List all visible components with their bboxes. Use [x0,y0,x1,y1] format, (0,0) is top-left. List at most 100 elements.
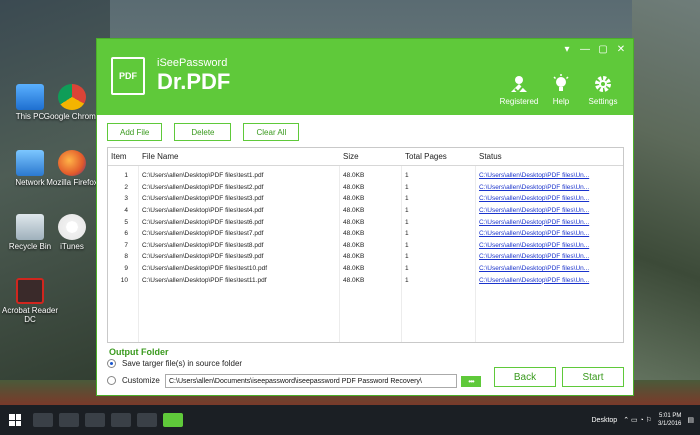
customize-label: Customize [122,376,160,385]
cell-status-link[interactable]: C:\Users\allen\Desktop\PDF files\Un... [475,277,623,284]
customize-radio[interactable] [107,376,116,385]
cell-size: 48.0KB [343,241,365,249]
clock[interactable]: 5:01 PM 3/1/2016 [658,412,681,428]
cell-item: 8 [124,253,128,261]
maximize-icon[interactable]: ▢ [595,42,611,56]
edge-browser-icon[interactable] [59,413,79,427]
product-title: Dr.PDF [157,69,231,94]
cell-status-link[interactable]: C:\Users\allen\Desktop\PDF files\Un... [475,242,623,249]
start-button[interactable]: Start [562,367,624,387]
output-path-field[interactable]: C:\Users\allen\Documents\iseepassword\is… [165,374,457,388]
computer-icon [16,84,44,110]
file-explorer-icon[interactable] [85,413,105,427]
column-header-total-pages[interactable]: Total Pages [401,152,475,161]
cell-size: 48.0KB [343,183,365,191]
firefox-icon [58,150,86,176]
registered-user-icon [495,73,543,95]
cell-status-link[interactable]: C:\Users\allen\Desktop\PDF files\Un... [475,230,623,237]
desktop-icon-label: Acrobat Reader DC [1,306,59,324]
cell-status-link[interactable]: C:\Users\allen\Desktop\PDF files\Un... [475,265,623,272]
task-view-icon[interactable] [33,413,53,427]
cell-file-name: C:\Users\allen\Desktop\PDF files\test7.p… [142,230,264,238]
cell-file-name: C:\Users\allen\Desktop\PDF files\test8.p… [142,241,264,249]
taskbar: Desktop ⌃ ▭ ◔ ⚐ 5:01 PM 3/1/2016 ▤ [0,405,700,435]
tray-icons[interactable]: ⌃ ▭ ◔ ⚐ [623,416,652,424]
cell-status-link[interactable]: C:\Users\allen\Desktop\PDF files\Un... [475,253,623,260]
table-row[interactable]: 5 C:\Users\allen\Desktop\PDF files\test6.… [108,216,623,228]
registered-label: Registered [499,97,539,106]
desktop-wallpaper-left [0,0,110,405]
desktop-wallpaper-right [632,0,700,405]
close-icon[interactable]: ✕ [613,42,629,56]
add-file-button[interactable]: Add File [107,123,163,141]
table-row[interactable]: 1 C:\Users\allen\Desktop\PDF files\test1.… [108,170,623,182]
cell-item: 4 [124,207,128,215]
desktop-icon-google-chrome[interactable]: Google Chrome [42,84,102,121]
table-row[interactable]: 3 C:\Users\allen\Desktop\PDF files\test3.… [108,193,623,205]
cell-file-name: C:\Users\allen\Desktop\PDF files\test9.p… [142,253,264,261]
cell-status-link[interactable]: C:\Users\allen\Desktop\PDF files\Un... [475,195,623,202]
table-row[interactable]: 10 C:\Users\allen\Desktop\PDF files\test1… [108,274,623,286]
delete-button[interactable]: Delete [174,123,232,141]
table-row[interactable]: 8 C:\Users\allen\Desktop\PDF files\test9.… [108,251,623,263]
table-row[interactable]: 9 C:\Users\allen\Desktop\PDF files\test10… [108,263,623,275]
network-icon [16,150,44,176]
table-row[interactable]: 6 C:\Users\allen\Desktop\PDF files\test7.… [108,228,623,240]
cell-size: 48.0KB [343,172,365,180]
cell-size: 48.0KB [343,218,365,226]
cell-item: 3 [124,195,128,203]
cell-total-pages: 1 [405,276,409,284]
source-folder-radio[interactable] [107,359,116,368]
help-button[interactable]: Help [537,73,585,106]
table-row[interactable]: 4 C:\Users\allen\Desktop\PDF files\test4.… [108,205,623,217]
cell-size: 48.0KB [343,253,365,261]
desktop-icon-label: This PC [15,112,45,121]
cell-size: 48.0KB [343,230,365,238]
desktop-icon-mozilla-firefox[interactable]: Mozilla Firefox [42,150,102,187]
table-row[interactable]: 7 C:\Users\allen\Desktop\PDF files\test8.… [108,240,623,252]
cell-size: 48.0KB [343,195,365,203]
column-header-item[interactable]: Item [108,152,138,161]
app-taskbar-icon[interactable] [163,413,183,427]
registered-button[interactable]: Registered [495,73,543,106]
minimize-icon[interactable]: — [577,42,593,56]
notifications-icon[interactable]: ▤ [687,416,694,424]
cell-status-link[interactable]: C:\Users\allen\Desktop\PDF files\Un... [475,219,623,226]
desktop-icon-acrobat-reader[interactable]: Acrobat Reader DC [0,278,60,324]
settings-button[interactable]: Settings [579,73,627,106]
table-row[interactable]: 2 C:\Users\allen\Desktop\PDF files\test2.… [108,182,623,194]
desktop-toolbar-label[interactable]: Desktop [592,417,618,424]
cell-file-name: C:\Users\allen\Desktop\PDF files\test4.p… [142,207,264,215]
chrome-taskbar-icon[interactable] [137,413,157,427]
cell-size: 48.0KB [343,265,365,273]
desktop-icon-label: Google Chrome [43,112,101,121]
desktop-icon-label: iTunes [60,242,84,251]
cell-size: 48.0KB [343,276,365,284]
cell-status-link[interactable]: C:\Users\allen\Desktop\PDF files\Un... [475,184,623,191]
cell-file-name: C:\Users\allen\Desktop\PDF files\test10.… [142,265,267,273]
save-source-option[interactable]: Save targer file(s) in source folder [107,359,242,368]
menu-dropdown-icon[interactable]: ▾ [559,42,575,56]
cell-total-pages: 1 [405,183,409,191]
desktop-icon-itunes[interactable]: iTunes [42,214,102,251]
column-header-status[interactable]: Status [475,152,623,161]
store-icon[interactable] [111,413,131,427]
column-header-size[interactable]: Size [339,152,401,161]
desktop-icon-label: Network [15,178,45,187]
start-menu-button[interactable] [0,405,30,435]
cell-item: 6 [124,230,128,238]
browse-button[interactable]: ••• [461,376,481,387]
logo-text: PDF [119,71,137,81]
table-header: Item File Name Size Total Pages Status [108,148,623,166]
cell-total-pages: 1 [405,230,409,238]
app-window: PDF iSeePassword Dr.PDF ▾ — ▢ ✕ Register… [96,38,634,396]
customize-option[interactable]: Customize [107,376,160,385]
cell-status-link[interactable]: C:\Users\allen\Desktop\PDF files\Un... [475,207,623,214]
clock-date: 3/1/2016 [658,421,682,427]
back-button[interactable]: Back [494,367,556,387]
gear-icon [579,73,627,95]
clear-all-button[interactable]: Clear All [243,123,300,141]
column-header-file-name[interactable]: File Name [138,152,339,161]
cell-item: 2 [124,183,128,191]
cell-status-link[interactable]: C:\Users\allen\Desktop\PDF files\Un... [475,172,623,179]
